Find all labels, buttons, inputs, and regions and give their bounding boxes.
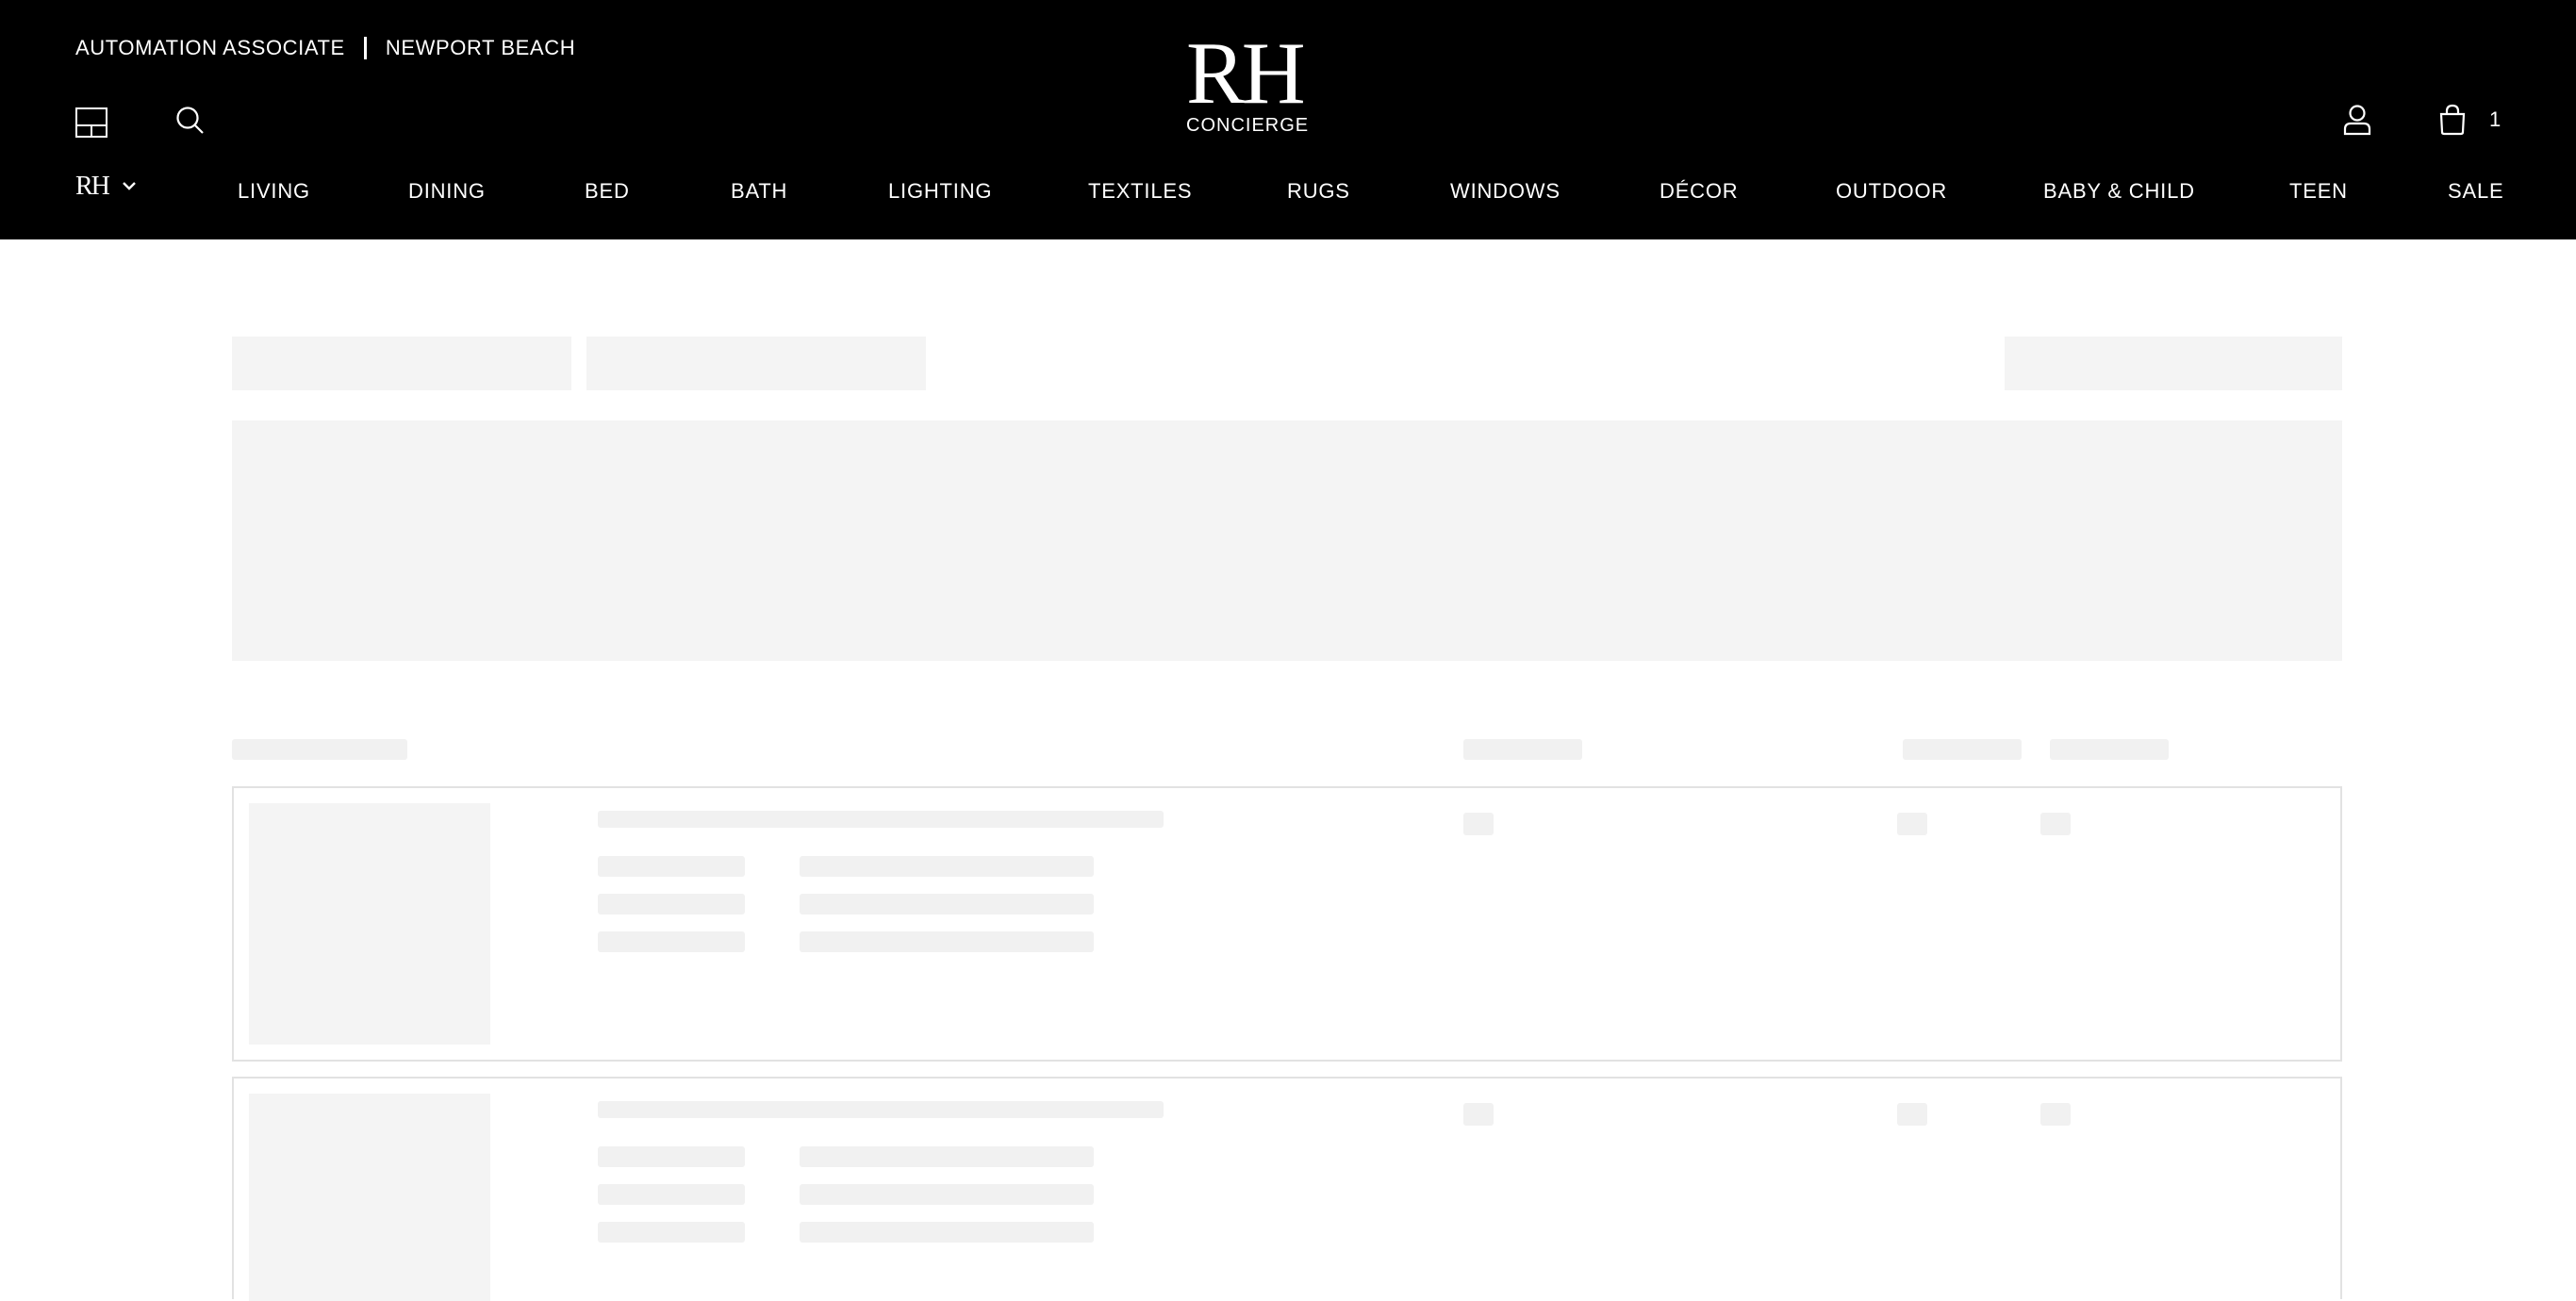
skeleton-text <box>598 1222 745 1243</box>
associate-role: AUTOMATION ASSOCIATE <box>75 36 345 59</box>
cart-count: 1 <box>2489 107 2502 131</box>
skeleton-text <box>800 1222 1094 1243</box>
skeleton-action <box>2005 337 2342 390</box>
skeleton-value <box>2040 813 2071 835</box>
skeleton-text <box>598 811 1164 828</box>
skeleton-value <box>1897 813 1927 835</box>
nav-rugs[interactable]: RUGS <box>1287 179 1350 204</box>
skeleton-column-header <box>1903 739 2022 760</box>
skeleton-text <box>800 1146 1094 1167</box>
skeleton-value <box>1463 813 1494 835</box>
skeleton-text <box>800 856 1094 877</box>
skeleton-text <box>598 856 745 877</box>
brand-subtitle: CONCIERGE <box>1186 115 1310 136</box>
skeleton-text <box>800 931 1094 952</box>
rh-concierge-logo[interactable]: RH CONCIERGE <box>1186 25 1310 137</box>
nav-lighting[interactable]: LIGHTING <box>888 179 992 204</box>
brand-menu-label: RH <box>75 172 110 201</box>
skeleton-text <box>598 1146 745 1167</box>
nav-bath[interactable]: BATH <box>731 179 787 204</box>
brand-menu-toggle[interactable]: RH <box>75 172 137 202</box>
main-navigation: RH LIVING DINING BED BATH LIGHTING TEXTI… <box>0 168 2576 215</box>
nav-teen[interactable]: TEEN <box>2289 179 2348 204</box>
skeleton-line-item <box>232 786 2342 1062</box>
skeleton-thumbnail <box>249 1094 490 1301</box>
nav-decor[interactable]: DÉCOR <box>1660 179 1738 204</box>
skeleton-text <box>598 1101 1164 1118</box>
skeleton-line-item <box>232 1077 2342 1301</box>
search-icon[interactable] <box>175 106 206 136</box>
nav-windows[interactable]: WINDOWS <box>1450 179 1560 204</box>
skeleton-breadcrumb <box>586 337 926 390</box>
site-header: AUTOMATION ASSOCIATE NEWPORT BEACH RH CO… <box>0 0 2576 239</box>
cart-bag-icon[interactable] <box>2438 104 2467 136</box>
skeleton-text <box>598 894 745 914</box>
store-location[interactable]: NEWPORT BEACH <box>386 36 575 60</box>
nav-living[interactable]: LIVING <box>238 179 310 204</box>
gallery-grid-icon[interactable] <box>75 107 107 138</box>
associate-info: AUTOMATION ASSOCIATE NEWPORT BEACH <box>75 36 575 60</box>
skeleton-banner <box>232 420 2342 661</box>
skeleton-text <box>800 1184 1094 1205</box>
skeleton-breadcrumb <box>232 337 571 390</box>
skeleton-column-header <box>232 739 407 760</box>
skeleton-value <box>1463 1103 1494 1126</box>
nav-dining[interactable]: DINING <box>408 179 486 204</box>
skeleton-text <box>598 1184 745 1205</box>
skeleton-column-header <box>2050 739 2169 760</box>
chevron-down-icon <box>122 178 137 195</box>
skeleton-text <box>800 894 1094 914</box>
nav-bed[interactable]: BED <box>585 179 630 204</box>
skeleton-thumbnail <box>249 803 490 1045</box>
skeleton-value <box>1897 1103 1927 1126</box>
nav-outdoor[interactable]: OUTDOOR <box>1836 179 1947 204</box>
skeleton-text <box>598 931 745 952</box>
nav-textiles[interactable]: TEXTILES <box>1088 179 1192 204</box>
skeleton-value <box>2040 1103 2071 1126</box>
skeleton-column-header <box>1463 739 1582 760</box>
account-icon[interactable] <box>2343 104 2371 136</box>
brand-mark: RH <box>1186 25 1306 123</box>
nav-baby-child[interactable]: BABY & CHILD <box>2043 179 2195 204</box>
nav-sale[interactable]: SALE <box>2448 179 2503 204</box>
divider <box>363 37 367 59</box>
